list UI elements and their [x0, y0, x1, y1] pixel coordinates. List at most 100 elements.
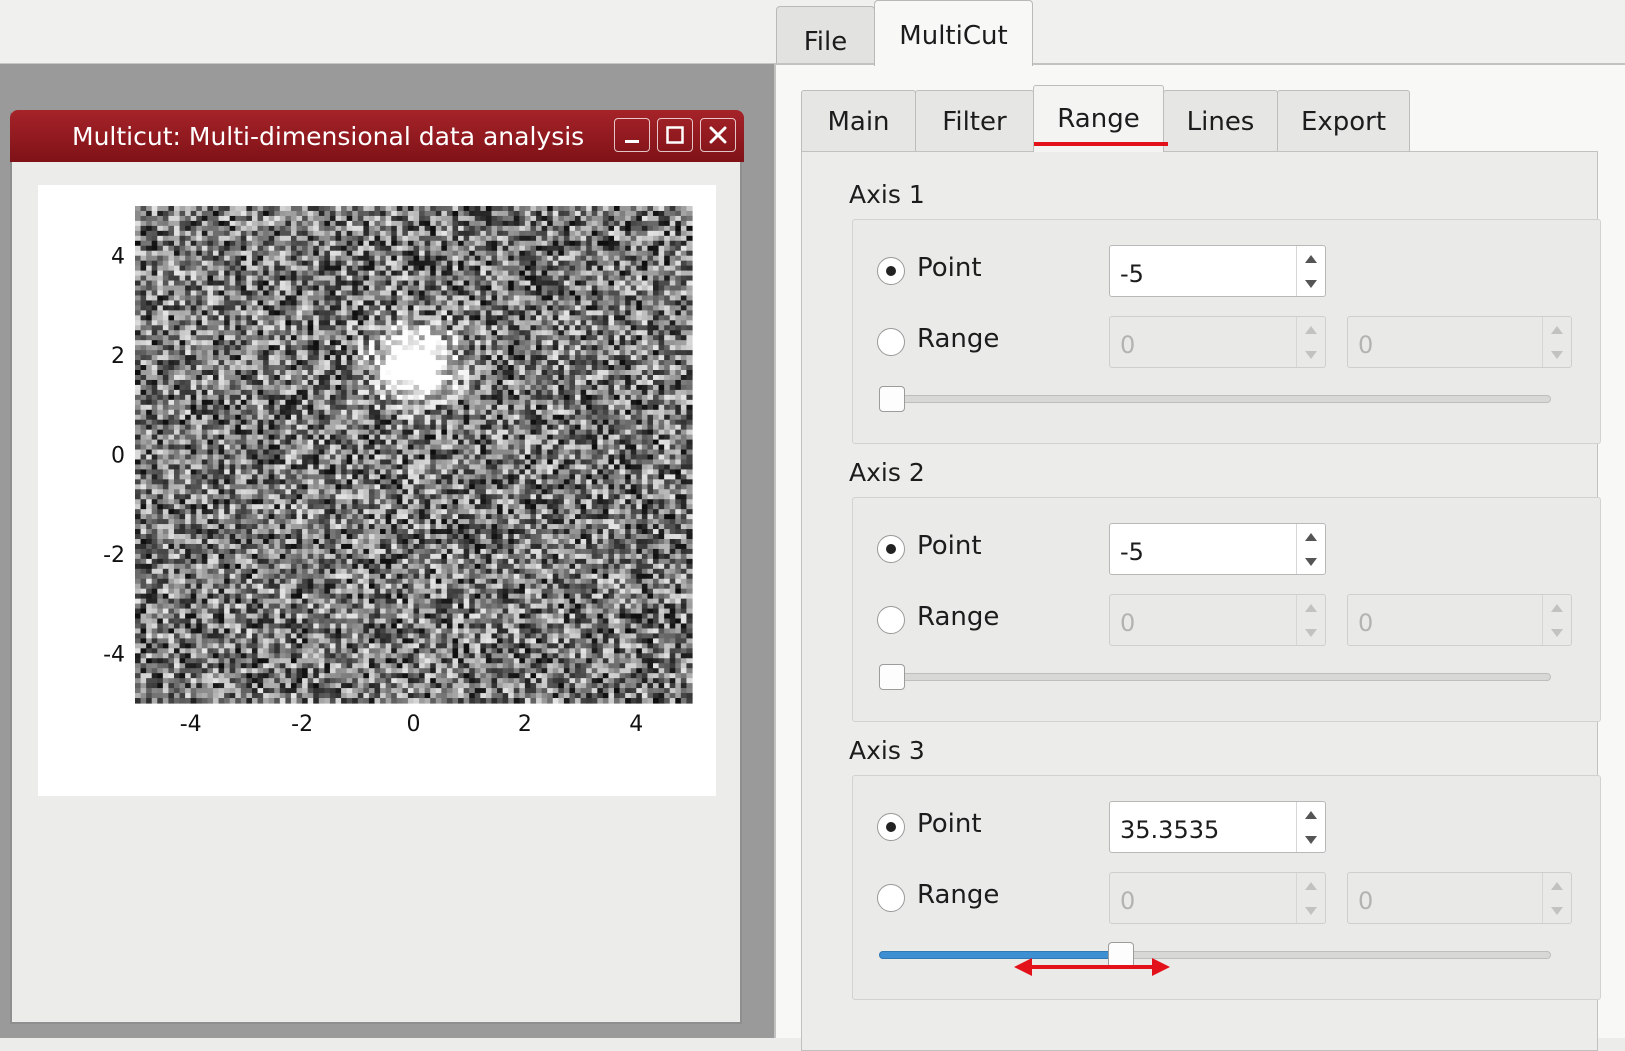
spin-down-button[interactable]: [1543, 342, 1571, 367]
spin-up-button[interactable]: [1297, 317, 1325, 342]
maximize-button[interactable]: [657, 118, 693, 152]
tab-main[interactable]: Main: [801, 90, 916, 152]
intensity-image-plot[interactable]: -4-2024420-2-4: [38, 185, 716, 796]
axis-slider[interactable]: [879, 384, 1551, 414]
slider-handle[interactable]: [879, 386, 905, 412]
slider-track[interactable]: [879, 673, 1551, 681]
point-radio[interactable]: [877, 813, 905, 841]
range-radio[interactable]: [877, 884, 905, 912]
spin-up-button[interactable]: [1543, 873, 1571, 898]
spin-down-button[interactable]: [1543, 898, 1571, 923]
spin-down-button[interactable]: [1297, 342, 1325, 367]
point-radio-label: Point: [917, 809, 982, 839]
point-radio[interactable]: [877, 535, 905, 563]
tab-export[interactable]: Export: [1277, 90, 1410, 152]
active-tab-indicator: [1034, 142, 1168, 146]
multicut-window[interactable]: Multicut: Multi-dimensional data analysi…: [10, 112, 742, 1024]
x-tick-label: 0: [407, 712, 421, 737]
point-value-input[interactable]: [1110, 802, 1298, 852]
point-spinbox[interactable]: [1109, 245, 1326, 297]
tab-filter-label: Filter: [942, 107, 1006, 137]
spin-down-button[interactable]: [1297, 898, 1325, 923]
spin-arrows: [1296, 317, 1325, 367]
minimize-button[interactable]: [614, 118, 650, 152]
axis-3-title: Axis 3: [849, 736, 925, 765]
tab-file[interactable]: File: [776, 6, 875, 64]
arrow-down-icon: [1305, 836, 1317, 844]
slider-handle[interactable]: [879, 664, 905, 690]
range-tab-content: Axis 1 Point Range: [801, 151, 1598, 1051]
spin-arrows: [1296, 524, 1325, 574]
arrow-up-icon: [1305, 604, 1317, 612]
y-tick-label: 2: [111, 344, 125, 369]
range-radio-label: Range: [917, 602, 999, 632]
range-radio[interactable]: [877, 328, 905, 356]
spin-up-button[interactable]: [1297, 873, 1325, 898]
point-value-input[interactable]: [1110, 246, 1298, 296]
tab-lines[interactable]: Lines: [1163, 90, 1278, 152]
point-radio-label: Point: [917, 253, 982, 283]
x-tick-label: 2: [518, 712, 532, 737]
tab-main-label: Main: [827, 107, 889, 137]
axis-1-title: Axis 1: [849, 180, 925, 209]
point-value-input[interactable]: [1110, 524, 1298, 574]
range-min-input[interactable]: [1110, 595, 1298, 645]
arrow-up-icon: [1305, 811, 1317, 819]
y-tick-label: 4: [111, 245, 125, 270]
spin-down-button[interactable]: [1543, 620, 1571, 645]
tab-multicut-label: MultiCut: [899, 21, 1007, 51]
spin-down-button[interactable]: [1297, 549, 1325, 574]
range-radio-label: Range: [917, 880, 999, 910]
arrow-down-icon: [1551, 351, 1563, 359]
point-radio[interactable]: [877, 257, 905, 285]
spin-arrows: [1542, 873, 1571, 923]
tab-filter[interactable]: Filter: [915, 90, 1034, 152]
range-max-input[interactable]: [1348, 873, 1544, 923]
spin-down-button[interactable]: [1297, 827, 1325, 852]
x-tick-label: -2: [291, 712, 313, 737]
point-spinbox[interactable]: [1109, 523, 1326, 575]
range-min-input[interactable]: [1110, 317, 1298, 367]
range-min-spinbox[interactable]: [1109, 872, 1326, 924]
arrow-down-icon: [1305, 558, 1317, 566]
spin-down-button[interactable]: [1297, 620, 1325, 645]
range-min-spinbox[interactable]: [1109, 316, 1326, 368]
arrow-down-icon: [1305, 907, 1317, 915]
axis-slider[interactable]: [879, 940, 1551, 970]
range-max-input[interactable]: [1348, 317, 1544, 367]
spin-up-button[interactable]: [1543, 317, 1571, 342]
spin-up-button[interactable]: [1297, 595, 1325, 620]
range-radio[interactable]: [877, 606, 905, 634]
range-min-input[interactable]: [1110, 873, 1298, 923]
range-max-spinbox[interactable]: [1347, 872, 1572, 924]
spin-up-button[interactable]: [1297, 802, 1325, 827]
range-radio-label: Range: [917, 324, 999, 354]
spin-up-button[interactable]: [1297, 246, 1325, 271]
spin-arrows: [1542, 595, 1571, 645]
y-tick-label: 0: [111, 444, 125, 469]
mdi-area: Multicut: Multi-dimensional data analysi…: [0, 64, 774, 1038]
y-tick-label: -4: [103, 642, 125, 667]
range-min-spinbox[interactable]: [1109, 594, 1326, 646]
spin-arrows: [1296, 873, 1325, 923]
spin-up-button[interactable]: [1543, 595, 1571, 620]
spin-arrows: [1296, 595, 1325, 645]
range-max-spinbox[interactable]: [1347, 316, 1572, 368]
arrow-down-icon: [1305, 280, 1317, 288]
window-title-bar[interactable]: Multicut: Multi-dimensional data analysi…: [10, 110, 744, 162]
spin-up-button[interactable]: [1297, 524, 1325, 549]
axis-1-group: Point Range: [852, 219, 1601, 444]
arrow-up-icon: [1305, 533, 1317, 541]
point-spinbox[interactable]: [1109, 801, 1326, 853]
axis-slider[interactable]: [879, 662, 1551, 692]
range-max-input[interactable]: [1348, 595, 1544, 645]
tab-multicut[interactable]: MultiCut: [874, 0, 1033, 66]
range-max-spinbox[interactable]: [1347, 594, 1572, 646]
x-tick-label: 4: [629, 712, 643, 737]
slider-track[interactable]: [879, 395, 1551, 403]
tab-export-label: Export: [1301, 107, 1386, 137]
arrow-up-icon: [1551, 326, 1563, 334]
close-button[interactable]: [700, 118, 736, 152]
arrow-down-icon: [1305, 351, 1317, 359]
spin-down-button[interactable]: [1297, 271, 1325, 296]
